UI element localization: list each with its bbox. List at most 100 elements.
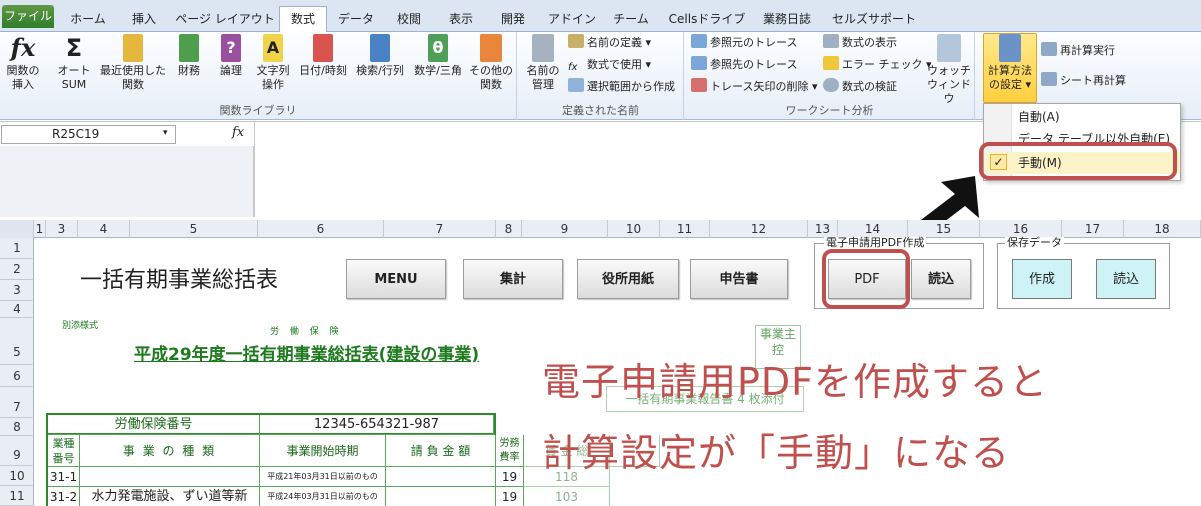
lookup-button[interactable]: 検索/行列 xyxy=(352,34,408,78)
tab-view[interactable]: 表示 xyxy=(438,7,484,32)
header-type-code: 業種番号 xyxy=(48,435,80,467)
define-name-button[interactable]: 名前の定義 ▾ xyxy=(568,34,651,54)
menu-button[interactable]: MENU xyxy=(346,259,446,299)
recent-functions-button[interactable]: 最近使用した 関数 xyxy=(98,34,168,92)
row-header[interactable]: 2 xyxy=(0,259,34,280)
trace-precedents-button[interactable]: 参照元のトレース xyxy=(691,34,797,54)
row-header[interactable]: 5 xyxy=(0,318,34,365)
row-header-bar: 1 2 3 4 5 6 7 8 9 10 11 xyxy=(0,238,34,506)
col-header[interactable]: 10 xyxy=(608,220,660,238)
book-text-icon: A xyxy=(263,34,283,62)
watch-window-button[interactable]: ウォッチ ウィンドウ xyxy=(925,34,973,106)
row2-contract xyxy=(386,487,496,506)
math-button[interactable]: θ 数学/三角 xyxy=(410,34,466,78)
tab-cells-support[interactable]: セルズサポート xyxy=(826,7,922,32)
calc-options-button[interactable]: 計算方法 の設定 ▾ xyxy=(984,34,1036,92)
col-header[interactable]: 7 xyxy=(384,220,496,238)
book-star-icon xyxy=(123,34,143,62)
more-functions-button[interactable]: その他の 関数 xyxy=(468,34,514,92)
row-header[interactable]: 11 xyxy=(0,486,34,506)
menu-item-auto[interactable]: 自動(A) xyxy=(985,106,1180,128)
name-box[interactable]: R25C19 xyxy=(1,125,176,144)
col-header[interactable]: 3 xyxy=(46,220,78,238)
row-header[interactable]: 6 xyxy=(0,365,34,387)
grid-icon xyxy=(568,78,584,92)
col-header[interactable]: 4 xyxy=(78,220,130,238)
row-header[interactable]: 8 xyxy=(0,418,34,436)
datetime-button[interactable]: 日付/時刻 xyxy=(296,34,350,78)
fx-icon: fx xyxy=(10,33,36,62)
tab-addins[interactable]: アドイン xyxy=(542,7,602,32)
row2-code: 31-2 xyxy=(48,487,80,506)
select-all-corner[interactable] xyxy=(0,220,34,238)
ribbon-tab-bar: ファイル ホーム 挿入 ページ レイアウト 数式 データ 校閲 表示 開発 アド… xyxy=(0,0,1201,33)
use-in-formula-button[interactable]: fx 数式で使用 ▾ xyxy=(568,56,651,76)
show-formulas-button[interactable]: 数式の表示 xyxy=(823,34,897,54)
header-contract-amount: 請 負 金 額 xyxy=(386,435,496,467)
trace-dependents-button[interactable]: 参照先のトレース xyxy=(691,56,797,76)
book-math-icon: θ xyxy=(428,34,448,62)
autosum-button[interactable]: Σ オート SUM xyxy=(50,34,98,92)
group-function-library: fx 関数の挿入 Σ オート SUM 最近使用した 関数 財務 ? 論理 A 文… xyxy=(0,32,517,120)
formula-bar-divider xyxy=(254,122,255,217)
tab-work-log[interactable]: 業務日誌 xyxy=(756,7,818,32)
evaluate-formula-button[interactable]: 数式の検証 xyxy=(823,78,897,98)
col-header[interactable]: 11 xyxy=(660,220,710,238)
calc-sheet-icon xyxy=(1041,72,1057,86)
tab-home[interactable]: ホーム xyxy=(64,7,112,32)
logical-button[interactable]: ? 論理 xyxy=(212,34,250,78)
text-button[interactable]: A 文字列 操作 xyxy=(252,34,294,92)
row-header[interactable]: 7 xyxy=(0,387,34,418)
save-load-button[interactable]: 読込 xyxy=(1096,259,1156,299)
row2-rate: 19 xyxy=(496,487,524,506)
tab-formulas[interactable]: 数式 xyxy=(279,6,327,33)
tab-file[interactable]: ファイル xyxy=(2,5,54,28)
row-header[interactable]: 3 xyxy=(0,280,34,301)
trace-precedents-icon xyxy=(691,34,707,48)
col-header[interactable]: 12 xyxy=(710,220,808,238)
tab-page-layout[interactable]: ページ レイアウト xyxy=(175,7,275,32)
highlight-pdf-button xyxy=(822,249,910,309)
sum-button[interactable]: 集計 xyxy=(463,259,563,299)
row-header[interactable]: 10 xyxy=(0,466,34,486)
calc-sheet-button[interactable]: シート再計算 xyxy=(1041,72,1126,92)
fx-small-icon: fx xyxy=(568,62,578,73)
create-from-selection-button[interactable]: 選択範囲から作成 xyxy=(568,78,675,98)
calc-now-button[interactable]: 再計算実行 xyxy=(1041,42,1115,62)
tab-review[interactable]: 校閲 xyxy=(386,7,432,32)
name-manager-button[interactable]: 名前の 管理 xyxy=(522,34,564,92)
save-create-button[interactable]: 作成 xyxy=(1012,259,1072,299)
financial-button[interactable]: 財務 xyxy=(170,34,208,78)
tab-cells-drive[interactable]: Cellsドライブ xyxy=(662,7,752,32)
form-title: 平成29年度一括有期事業総括表(建設の事業) xyxy=(134,345,480,365)
tab-data[interactable]: データ xyxy=(333,7,379,32)
report-button[interactable]: 申告書 xyxy=(690,259,788,299)
error-checking-button[interactable]: エラー チェック ▾ xyxy=(823,56,932,76)
row-header[interactable]: 9 xyxy=(0,436,34,466)
insert-function-button[interactable]: fx 関数の挿入 xyxy=(3,34,43,92)
book-financial-icon xyxy=(179,34,199,62)
row1-period: 平成21年03月31日以前のもの xyxy=(260,467,386,487)
insurance-number-row: 労働保険番号 12345-654321-987 xyxy=(46,413,496,435)
tab-developer[interactable]: 開発 xyxy=(490,7,536,32)
tab-insert[interactable]: 挿入 xyxy=(120,7,168,32)
col-header[interactable]: 17 xyxy=(1062,220,1124,238)
insert-function-fx-icon[interactable]: fx xyxy=(232,125,244,140)
form-small-header: 労 働 保 険 xyxy=(270,327,343,337)
office-form-button[interactable]: 役所用紙 xyxy=(577,259,679,299)
pdf-load-button[interactable]: 読込 xyxy=(911,259,971,299)
remove-arrows-button[interactable]: トレース矢印の削除 ▾ xyxy=(691,78,817,98)
remove-arrows-icon xyxy=(691,78,707,92)
col-header[interactable]: 5 xyxy=(130,220,258,238)
col-header[interactable]: 9 xyxy=(522,220,608,238)
tab-team[interactable]: チーム xyxy=(608,7,654,32)
row2-wage: 103 xyxy=(524,487,610,506)
col-header[interactable]: 1 xyxy=(34,220,46,238)
name-manager-icon xyxy=(532,34,554,62)
col-header[interactable]: 8 xyxy=(496,220,522,238)
col-header[interactable]: 18 xyxy=(1124,220,1201,238)
row-header[interactable]: 1 xyxy=(0,238,34,259)
row-header[interactable]: 4 xyxy=(0,301,34,318)
name-box-dropdown-icon[interactable]: ▾ xyxy=(163,128,168,138)
col-header[interactable]: 6 xyxy=(258,220,384,238)
